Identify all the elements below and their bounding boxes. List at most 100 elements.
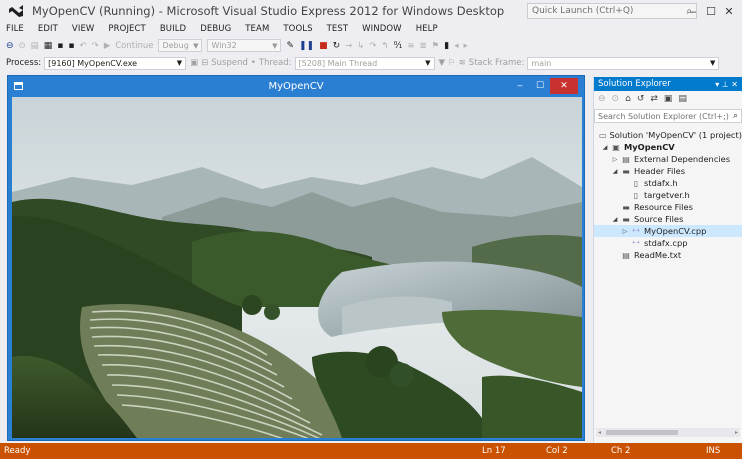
suspend-icon[interactable]: ⊟ (201, 58, 208, 68)
tree-item-external-dependencies[interactable]: ▷ ▤ External Dependencies (594, 153, 742, 165)
expanded-arrow-icon[interactable]: ◢ (600, 144, 610, 151)
menu-view[interactable]: VIEW (72, 24, 95, 34)
tree-item-label: External Dependencies (634, 154, 731, 164)
solution-search-input[interactable]: Search Solution Explorer (Ctrl+;) ⌕ (594, 109, 742, 123)
menu-team[interactable]: TEAM (245, 24, 269, 34)
expanded-arrow-icon[interactable]: ◢ (610, 216, 620, 223)
step-over-icon[interactable]: ↷ (369, 41, 376, 51)
continue-button[interactable]: Continue (115, 41, 153, 51)
break-all-icon[interactable]: ❚❚ (299, 41, 314, 51)
tree-item-myopencv-cpp[interactable]: ▷ ⁺⁺ MyOpenCV.cpp (594, 225, 742, 237)
visual-studio-logo-icon (6, 0, 26, 22)
tree-item-label: Source Files (634, 214, 684, 224)
image-window-maximize-button[interactable]: ☐ (530, 81, 550, 91)
scrollbar-thumb[interactable] (606, 430, 678, 435)
expanded-arrow-icon[interactable]: ◢ (610, 168, 620, 175)
suspend-button[interactable]: Suspend (211, 58, 248, 68)
menu-debug[interactable]: DEBUG (200, 24, 231, 34)
menu-project[interactable]: PROJECT (108, 24, 145, 34)
minimize-button[interactable]: ‒ (684, 5, 702, 18)
new-project-icon[interactable]: ▤ (31, 41, 39, 51)
quick-launch-input[interactable]: Quick Launch (Ctrl+Q) ⌕ (527, 3, 697, 19)
bookmark-icon[interactable]: ⚑ (432, 41, 440, 51)
home-icon[interactable]: ⌂ (625, 94, 631, 104)
panel-dropdown-icon[interactable]: ▾ (715, 80, 719, 89)
process-select[interactable]: [9160] MyOpenCV.exe ▼ (44, 56, 187, 70)
menu-help[interactable]: HELP (416, 24, 438, 34)
horizontal-scrollbar[interactable]: ◂ ▸ (596, 428, 740, 437)
redo-icon[interactable]: ↷ (92, 41, 99, 51)
history-icon[interactable]: ↺ (637, 94, 645, 104)
menu-edit[interactable]: EDIT (38, 24, 58, 34)
image-window[interactable]: MyOpenCV ‒ ☐ ✕ (7, 75, 585, 441)
comment-icon[interactable]: ≡ (407, 41, 414, 51)
solution-tree: ▭ Solution 'MyOpenCV' (1 project) ◢ ▣ My… (594, 125, 742, 261)
step-out-icon[interactable]: ↰ (382, 41, 389, 51)
tree-item-targetver-h[interactable]: ▯ targetver.h (594, 189, 742, 201)
tree-item-source-files[interactable]: ◢ ▬ Source Files (594, 213, 742, 225)
next-bookmark-icon[interactable]: ▸ (464, 41, 468, 51)
pin-icon[interactable]: ⊥ (722, 80, 729, 89)
stop-debugging-icon[interactable]: ■ (319, 41, 328, 51)
hex-display-icon[interactable]: ⁰⁄₁ (394, 41, 403, 51)
step-into-icon[interactable]: ↳ (357, 41, 364, 51)
solution-search-placeholder: Search Solution Explorer (Ctrl+;) (598, 111, 729, 121)
save-icon[interactable]: ▪ (57, 41, 63, 51)
prev-bookmark-icon[interactable]: ◂ (454, 41, 458, 51)
undo-icon[interactable]: ↶ (79, 41, 86, 51)
uncomment-icon[interactable]: ≣ (420, 41, 427, 51)
thread-separator: • (250, 58, 256, 68)
image-window-titlebar[interactable]: MyOpenCV ‒ ☐ ✕ (8, 76, 584, 96)
lifecycle-events-icon[interactable]: ▣ (190, 58, 198, 68)
tree-item-readme-txt[interactable]: ▤ ReadMe.txt (594, 249, 742, 261)
configuration-select[interactable]: Debug ▼ (158, 39, 203, 52)
close-button[interactable]: ✕ (720, 5, 738, 18)
tree-item-stdafx-cpp[interactable]: ⁺⁺ stdafx.cpp (594, 237, 742, 249)
sync-icon[interactable]: ⇄ (650, 94, 658, 104)
restart-icon[interactable]: ↻ (333, 41, 341, 51)
open-file-icon[interactable]: ▦ (44, 41, 53, 51)
toggle-bookmark-icon[interactable]: ▮ (444, 41, 449, 51)
tree-item-header-files[interactable]: ◢ ▬ Header Files (594, 165, 742, 177)
tree-item-label: MyOpenCV.cpp (644, 226, 707, 236)
menu-test[interactable]: TEST (327, 24, 349, 34)
stack-frame-select[interactable]: main ▼ (527, 56, 720, 70)
maximize-button[interactable]: ☐ (702, 5, 720, 18)
tree-item-project[interactable]: ◢ ▣ MyOpenCV (594, 141, 742, 153)
flag-thread-icon[interactable]: ⚐ (448, 58, 456, 68)
menu-build[interactable]: BUILD (160, 24, 186, 34)
collapsed-arrow-icon[interactable]: ▷ (620, 228, 630, 235)
thread-select[interactable]: [5208] Main Thread ▼ (294, 56, 435, 70)
show-next-statement-icon[interactable]: → (345, 41, 352, 51)
collapsed-arrow-icon[interactable]: ▷ (610, 156, 620, 163)
tree-item-stdafx-h[interactable]: ▯ stdafx.h (594, 177, 742, 189)
platform-select[interactable]: Win32 ▼ (207, 39, 282, 52)
menu-file[interactable]: FILE (6, 24, 24, 34)
tree-item-resource-files[interactable]: ▬ Resource Files (594, 201, 742, 213)
forward-icon[interactable]: ⊙ (612, 94, 620, 104)
image-window-minimize-button[interactable]: ‒ (510, 81, 530, 91)
filter-icon[interactable]: ▼ (439, 58, 446, 68)
menu-window[interactable]: WINDOW (362, 24, 402, 34)
menu-tools[interactable]: TOOLS (283, 24, 312, 34)
scroll-right-icon[interactable]: ▸ (735, 429, 738, 436)
debug-location-toolbar: Process: [9160] MyOpenCV.exe ▼ ▣ ⊟ Suspen… (0, 55, 742, 71)
navigate-forward-icon[interactable]: ⊙ (19, 41, 26, 51)
back-icon[interactable]: ⊖ (598, 94, 606, 104)
collapse-all-icon[interactable]: ▣ (664, 94, 673, 104)
cpp-file-icon: ⁺⁺ (631, 226, 641, 236)
solution-explorer-header[interactable]: Solution Explorer ▾ ⊥ ✕ (594, 77, 742, 91)
continue-icon[interactable]: ▶ (104, 41, 111, 51)
save-all-icon[interactable]: ▪ (68, 41, 74, 51)
properties-icon[interactable]: ▤ (678, 94, 687, 104)
chevron-down-icon: ▼ (710, 59, 716, 67)
navigate-back-icon[interactable]: ⊖ (6, 41, 14, 51)
tree-item-solution[interactable]: ▭ Solution 'MyOpenCV' (1 project) (594, 129, 742, 141)
panel-controls: ▾ ⊥ ✕ (715, 80, 738, 89)
attach-icon[interactable]: ✎ (286, 41, 294, 51)
standard-toolbar: ⊖ ⊙ ▤ ▦ ▪ ▪ ↶ ↷ ▶ Continue Debug ▼ Win32 ▼… (0, 37, 742, 54)
scroll-left-icon[interactable]: ◂ (598, 429, 601, 436)
dependencies-icon: ▤ (622, 154, 630, 164)
image-window-close-button[interactable]: ✕ (550, 78, 578, 94)
close-panel-icon[interactable]: ✕ (731, 80, 738, 89)
